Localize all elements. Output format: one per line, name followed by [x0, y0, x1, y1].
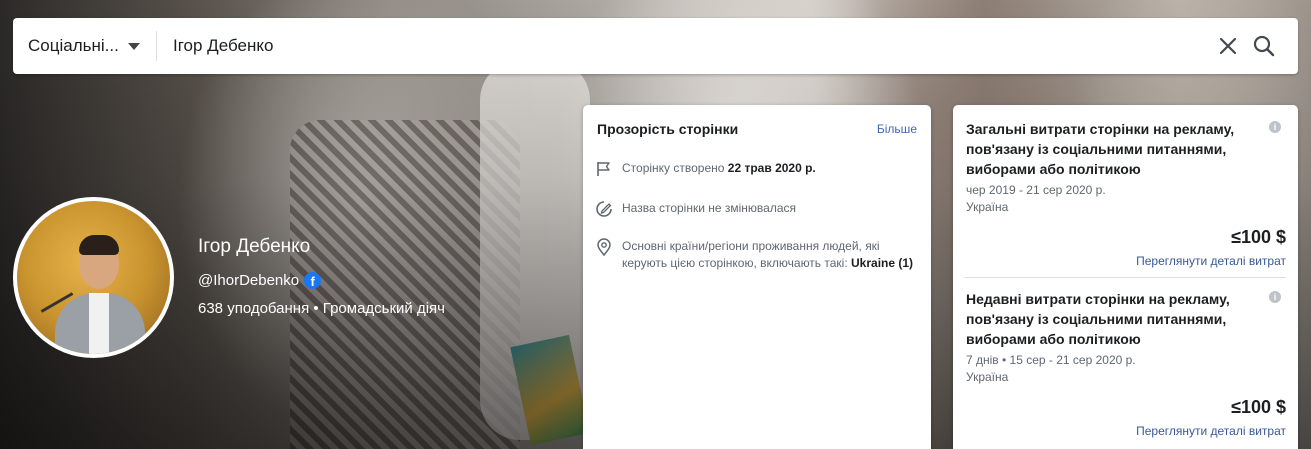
ad-spending-card: Загальні витрати сторінки на рекламу, по…	[953, 105, 1298, 449]
flag-icon	[595, 160, 613, 183]
cover-embroidered-shirt	[290, 120, 520, 449]
spending-divider	[965, 277, 1286, 278]
countries-row: Основні країни/регіони проживання людей,…	[595, 238, 915, 272]
category-filter-dropdown[interactable]: Соціальні...	[13, 18, 156, 74]
recent-spending-country: Україна	[966, 370, 1009, 384]
recent-spending-title: Недавні витрати сторінки на рекламу, пов…	[966, 291, 1230, 347]
recent-spending-amount: ≤100 $	[1231, 397, 1286, 417]
category-filter-label: Соціальні...	[28, 36, 119, 55]
profile-name[interactable]: Ігор Дебенко	[198, 236, 310, 258]
countries-label: Основні країни/регіони проживання людей,…	[622, 239, 880, 270]
recent-spending-details-link[interactable]: Переглянути деталі витрат	[1136, 424, 1286, 438]
profile-meta: 638 уподобання • Громадський діяч	[198, 300, 445, 317]
total-spending-block: Загальні витрати сторінки на рекламу, по…	[966, 119, 1288, 214]
total-spending-country: Україна	[966, 200, 1009, 214]
total-spending-title: Загальні витрати сторінки на рекламу, по…	[966, 121, 1235, 177]
total-spending-details-link[interactable]: Переглянути деталі витрат	[1136, 254, 1286, 268]
info-icon[interactable]: i	[1269, 291, 1281, 303]
total-spending-amount: ≤100 $	[1231, 227, 1286, 247]
info-icon[interactable]: i	[1269, 121, 1281, 133]
search-input[interactable]	[157, 18, 1212, 74]
countries-value: Ukraine (1)	[851, 256, 914, 270]
name-history-row: Назва сторінки не змінювалася	[595, 200, 915, 223]
more-link[interactable]: Більше	[877, 122, 917, 136]
recent-spending-block: Недавні витрати сторінки на рекламу, пов…	[966, 289, 1288, 384]
caret-down-icon	[127, 42, 140, 50]
edit-icon	[595, 200, 613, 223]
cover-book	[510, 334, 590, 446]
search-bar: Соціальні...	[13, 18, 1298, 74]
page-transparency-card: Прозорість сторінки Більше Сторінку ство…	[583, 105, 931, 449]
profile-avatar[interactable]	[13, 197, 174, 358]
page-created-date: 22 трав 2020 р.	[727, 161, 816, 175]
profile-handle: @IhorDebenko	[198, 272, 300, 289]
transparency-title: Прозорість сторінки	[597, 121, 739, 137]
total-spending-dates: чер 2019 - 21 сер 2020 р.	[966, 183, 1106, 197]
search-icon[interactable]	[1248, 30, 1280, 62]
page-created-label: Сторінку створено	[622, 161, 725, 175]
profile-handle-row: @IhorDebenko f	[198, 272, 322, 289]
location-pin-icon	[595, 238, 613, 272]
cover-child	[480, 60, 590, 440]
close-icon[interactable]	[1212, 30, 1244, 62]
page-created-row: Сторінку створено 22 трав 2020 р.	[595, 160, 915, 183]
recent-spending-dates: 7 днів • 15 сер - 21 сер 2020 р.	[966, 353, 1136, 367]
facebook-icon: f	[304, 272, 322, 289]
name-unchanged-text: Назва сторінки не змінювалася	[622, 201, 797, 215]
